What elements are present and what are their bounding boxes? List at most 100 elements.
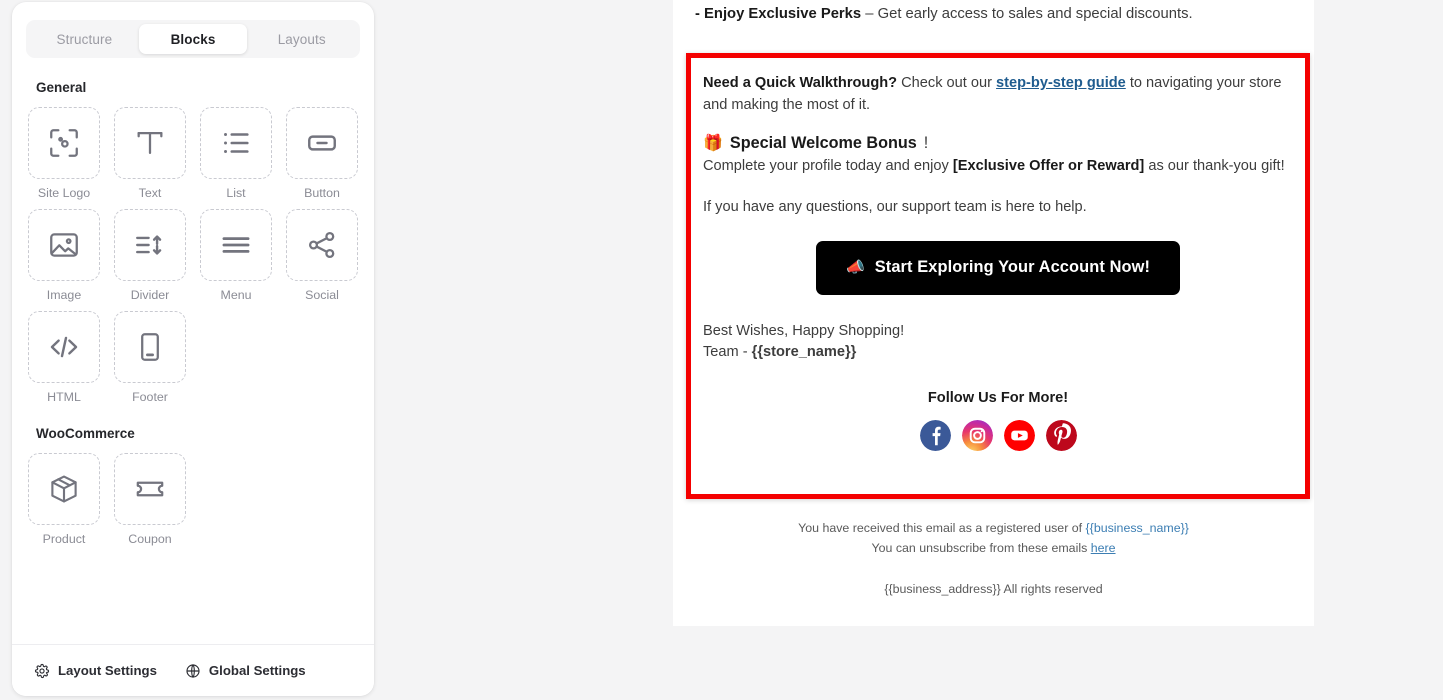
block-label: Footer: [132, 390, 168, 404]
block-social[interactable]: Social: [284, 209, 360, 302]
block-label: Product: [42, 532, 86, 546]
youtube-icon[interactable]: [1003, 419, 1035, 451]
html-code-icon: [50, 336, 78, 358]
gear-icon: [34, 663, 50, 678]
footer-icon: [141, 333, 159, 361]
block-tile[interactable]: [28, 209, 100, 281]
block-tile[interactable]: [200, 209, 272, 281]
blocks-scroll-area[interactable]: General Site Logo Text List Button Image…: [12, 58, 374, 644]
block-label: Image: [46, 288, 82, 302]
general-blocks-grid: Site Logo Text List Button Image Divider…: [26, 107, 360, 404]
store-name-token: {{store_name}}: [751, 344, 857, 361]
selected-block-content: Need a Quick Walkthrough? Check out our …: [691, 58, 1305, 451]
button-icon: [308, 135, 336, 151]
app-root: Structure Blocks Layouts General Site Lo…: [0, 0, 1443, 700]
tab-blocks[interactable]: Blocks: [138, 24, 248, 54]
social-icons-row: [703, 419, 1293, 451]
block-product[interactable]: Product: [26, 453, 102, 546]
blocks-sidebar-panel: Structure Blocks Layouts General Site Lo…: [12, 2, 374, 696]
block-tile[interactable]: [114, 209, 186, 281]
selected-content-block[interactable]: Need a Quick Walkthrough? Check out our …: [686, 53, 1310, 499]
bonus-heading-bang: !: [923, 134, 929, 153]
block-button[interactable]: Button: [284, 107, 360, 200]
footer-line2-lead: You can unsubscribe from these emails: [871, 541, 1091, 556]
global-settings-button[interactable]: Global Settings: [185, 663, 306, 679]
sidebar-tabbar: Structure Blocks Layouts: [26, 20, 360, 58]
block-divider[interactable]: Divider: [112, 209, 188, 302]
global-settings-label: Global Settings: [208, 663, 306, 678]
signoff-line-2: Team - {{store_name}}: [703, 342, 1293, 364]
bonus-heading-text: Special Welcome Bonus: [729, 134, 917, 153]
divider-icon: [136, 235, 162, 255]
megaphone-icon: 📣: [845, 259, 865, 277]
special-bonus-heading[interactable]: 🎁 Special Welcome Bonus!: [703, 134, 1293, 153]
footer-address-line: {{business_address}} All rights reserved: [884, 581, 1103, 596]
block-tile[interactable]: [114, 107, 186, 179]
facebook-icon[interactable]: [919, 419, 951, 451]
walkthrough-paragraph[interactable]: Need a Quick Walkthrough? Check out our …: [703, 72, 1293, 116]
walkthrough-mid: Check out our: [897, 75, 997, 91]
signoff-paragraph[interactable]: Best Wishes, Happy Shopping! Team - {{st…: [703, 321, 1293, 364]
block-tile[interactable]: [28, 453, 100, 525]
footer-line1-lead: You have received this email as a regist…: [798, 521, 1086, 535]
block-list[interactable]: List: [198, 107, 274, 200]
cta-label: Start Exploring Your Account Now!: [874, 258, 1151, 277]
unsubscribe-here-link[interactable]: here: [1091, 541, 1116, 555]
section-title-woocommerce: WooCommerce: [36, 426, 135, 441]
block-footer[interactable]: Footer: [112, 311, 188, 404]
bonus-body-tail: as our thank-you gift!: [1144, 158, 1285, 175]
exclusive-offer-token: [Exclusive Offer or Reward]: [952, 158, 1145, 175]
image-icon: [50, 233, 78, 257]
block-tile[interactable]: [114, 453, 186, 525]
block-label: HTML: [47, 390, 81, 404]
tab-layouts[interactable]: Layouts: [247, 24, 356, 54]
instagram-icon[interactable]: [961, 419, 993, 451]
block-tile[interactable]: [286, 107, 358, 179]
layout-settings-button[interactable]: Layout Settings: [34, 663, 157, 679]
support-paragraph[interactable]: If you have any questions, our support t…: [703, 196, 1293, 218]
block-label: Menu: [220, 288, 252, 302]
block-menu[interactable]: Menu: [198, 209, 274, 302]
tab-structure[interactable]: Structure: [30, 24, 139, 54]
text-icon: [137, 131, 163, 155]
block-tile[interactable]: [28, 107, 100, 179]
block-text[interactable]: Text: [112, 107, 188, 200]
block-label: List: [226, 186, 246, 200]
footer-line-2: You can unsubscribe from these emails he…: [673, 538, 1314, 558]
block-label: Social: [305, 288, 339, 302]
coupon-ticket-icon: [136, 481, 164, 497]
block-tile[interactable]: [286, 209, 358, 281]
product-box-icon: [51, 475, 77, 503]
block-label: Divider: [130, 288, 170, 302]
bonus-body-paragraph[interactable]: Complete your profile today and enjoy [E…: [703, 155, 1293, 177]
step-by-step-guide-link[interactable]: step-by-step guide: [996, 75, 1126, 91]
cta-container: 📣 Start Exploring Your Account Now!: [703, 240, 1293, 295]
signoff-line-1: Best Wishes, Happy Shopping!: [703, 322, 905, 339]
gift-icon: 🎁: [703, 134, 723, 152]
block-label: Coupon: [128, 532, 172, 546]
footer-line-1: You have received this email as a regist…: [673, 518, 1314, 538]
block-tile[interactable]: [200, 107, 272, 179]
pinterest-icon[interactable]: [1045, 419, 1077, 451]
block-coupon[interactable]: Coupon: [112, 453, 188, 546]
start-exploring-cta-button[interactable]: 📣 Start Exploring Your Account Now!: [815, 240, 1181, 295]
perks-paragraph[interactable]: - Enjoy Exclusive Perks – Get early acce…: [695, 0, 1292, 22]
site-logo-icon: [50, 129, 78, 157]
walkthrough-bold-lead: Need a Quick Walkthrough?: [703, 75, 898, 91]
block-label: Text: [138, 186, 162, 200]
block-image[interactable]: Image: [26, 209, 102, 302]
block-site-logo[interactable]: Site Logo: [26, 107, 102, 200]
perks-rest: – Get early access to sales and special …: [861, 6, 1193, 22]
block-html[interactable]: HTML: [26, 311, 102, 404]
email-footer: You have received this email as a regist…: [673, 518, 1314, 599]
menu-icon: [222, 237, 250, 253]
block-tile[interactable]: [114, 311, 186, 383]
woocommerce-blocks-grid: Product Coupon: [26, 453, 360, 546]
layout-settings-label: Layout Settings: [58, 663, 157, 678]
email-body: - Enjoy Exclusive Perks – Get early acce…: [673, 0, 1314, 22]
business-name-token[interactable]: {{business_name}}: [1086, 521, 1189, 535]
block-tile[interactable]: [28, 311, 100, 383]
globe-icon: [186, 663, 200, 678]
